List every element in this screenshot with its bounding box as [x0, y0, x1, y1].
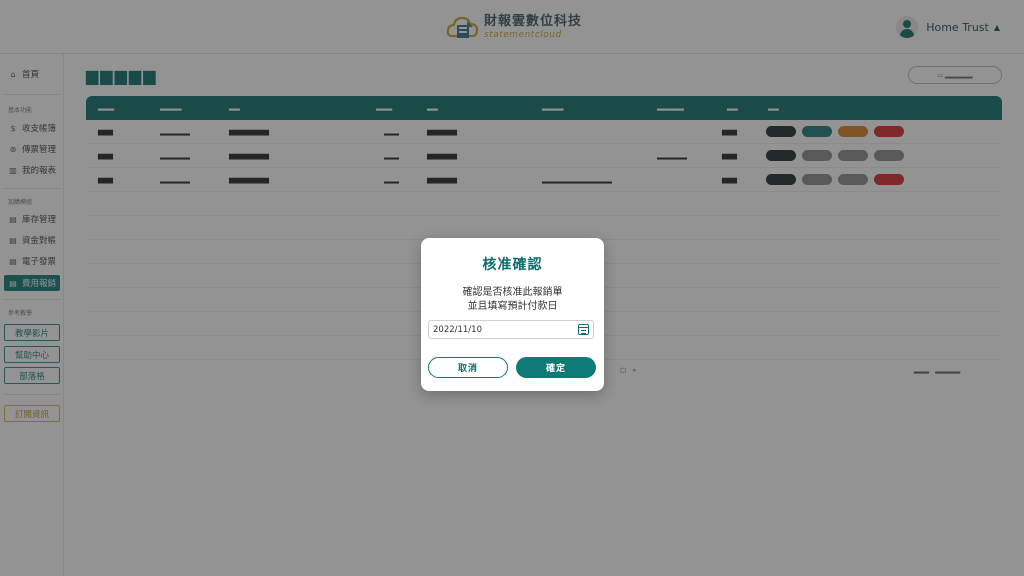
calendar-icon[interactable]	[578, 324, 589, 335]
approval-confirm-dialog: 核准確認 確認是否核准此報銷單 並且填寫預計付款日 取消 確定	[421, 238, 604, 391]
dialog-title: 核准確認	[482, 257, 543, 273]
dialog-message-line1: 確認是否核准此報銷單	[462, 287, 563, 298]
cancel-button[interactable]: 取消	[428, 357, 508, 378]
confirm-button[interactable]: 確定	[516, 357, 596, 378]
payment-date-input[interactable]	[428, 320, 594, 339]
dialog-message-line2: 並且填寫預計付款日	[467, 301, 558, 312]
